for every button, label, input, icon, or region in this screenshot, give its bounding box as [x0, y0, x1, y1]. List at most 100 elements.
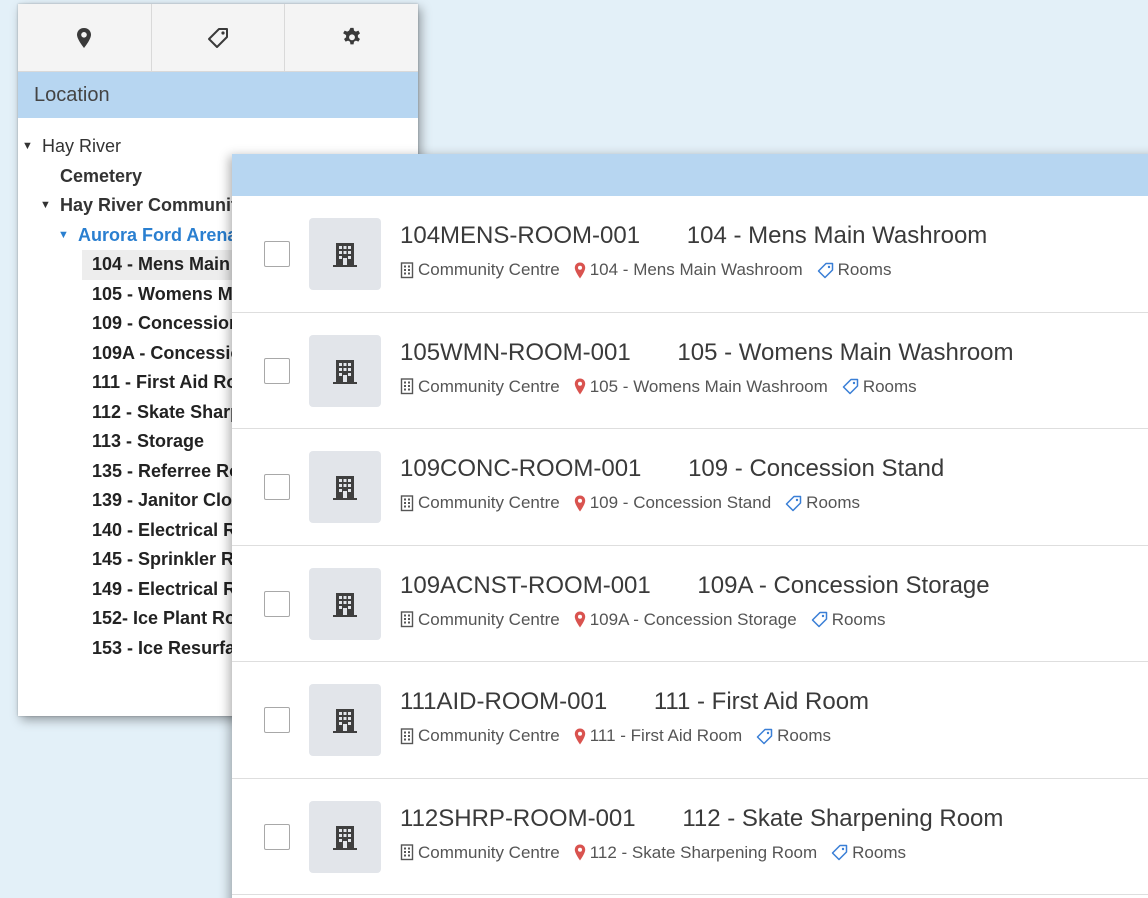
- row-title[interactable]: 112SHRP-ROOM-001 112 - Skate Sharpening …: [400, 805, 1003, 833]
- meta-category-text: Rooms: [831, 609, 886, 629]
- row-title[interactable]: 111AID-ROOM-001 111 - First Aid Room: [400, 688, 869, 716]
- row-checkbox[interactable]: [264, 474, 290, 500]
- meta-building[interactable]: Community Centre: [400, 843, 560, 863]
- map-pin-icon: [574, 844, 585, 861]
- asset-list: 104MENS-ROOM-001 104 - Mens Main Washroo…: [232, 196, 1148, 895]
- meta-location-text: 104 - Mens Main Washroom: [589, 260, 803, 279]
- map-pin-icon: [574, 495, 585, 511]
- building-icon: [333, 359, 357, 384]
- row-checkbox[interactable]: [264, 823, 290, 850]
- meta-category-text: Rooms: [852, 842, 907, 862]
- building-icon: [333, 825, 357, 850]
- row-meta: Community Centre 109A - Concession Stora…: [400, 610, 900, 630]
- building-outline-icon: [400, 844, 414, 861]
- map-pin-icon: [574, 378, 585, 395]
- meta-category[interactable]: Rooms: [842, 377, 917, 397]
- tag-icon: [208, 27, 228, 48]
- meta-category-text: Rooms: [806, 493, 861, 512]
- gear-icon: [342, 27, 360, 44]
- row-meta: Community Centre 109 - Concession Stand …: [400, 493, 874, 513]
- row-meta: Community Centre 104 - Mens Main Washroo…: [400, 260, 905, 280]
- building-icon: [333, 476, 357, 500]
- row-checkbox[interactable]: [264, 241, 290, 267]
- asset-name: 105 - Womens Main Washroom: [677, 338, 1014, 366]
- building-outline-icon: [400, 378, 414, 395]
- meta-building[interactable]: Community Centre: [400, 493, 560, 513]
- meta-location-text: 112 - Skate Sharpening Room: [589, 842, 818, 862]
- caret-down-icon[interactable]: ▼: [58, 221, 72, 251]
- tab-category[interactable]: [151, 4, 286, 71]
- meta-building[interactable]: Community Centre: [400, 610, 560, 630]
- meta-location-text: 109A - Concession Storage: [589, 609, 797, 629]
- panel-title: Location: [18, 72, 418, 118]
- asset-list-panel: 104MENS-ROOM-001 104 - Mens Main Washroo…: [232, 154, 1148, 898]
- meta-category[interactable]: Rooms: [811, 610, 886, 630]
- caret-down-icon[interactable]: ▼: [22, 132, 36, 162]
- row-meta: Community Centre 105 - Womens Main Washr…: [400, 377, 931, 397]
- meta-location[interactable]: 112 - Skate Sharpening Room: [574, 843, 817, 863]
- meta-location-text: 111 - First Aid Room: [589, 726, 743, 745]
- asset-thumbnail: [309, 334, 381, 407]
- meta-location[interactable]: 109 - Concession Stand: [574, 493, 771, 513]
- meta-location[interactable]: 111 - First Aid Room: [574, 726, 742, 746]
- row-title[interactable]: 109ACNST-ROOM-001 109A - Concession Stor…: [400, 572, 990, 600]
- list-item[interactable]: 111AID-ROOM-001 111 - First Aid Room Com…: [232, 662, 1148, 779]
- meta-building-text: Community Centre: [418, 260, 560, 279]
- meta-location[interactable]: 105 - Womens Main Washroom: [574, 377, 828, 397]
- caret-down-icon[interactable]: ▼: [40, 191, 54, 221]
- tag-icon: [756, 728, 773, 744]
- asset-name: 112 - Skate Sharpening Room: [682, 804, 1004, 832]
- row-title[interactable]: 109CONC-ROOM-001 109 - Concession Stand: [400, 455, 944, 483]
- row-checkbox[interactable]: [264, 357, 290, 384]
- asset-name: 109A - Concession Storage: [697, 571, 990, 599]
- map-pin-icon: [574, 262, 585, 278]
- building-icon: [333, 709, 357, 733]
- list-item[interactable]: 112SHRP-ROOM-001 112 - Skate Sharpening …: [232, 779, 1148, 895]
- asset-thumbnail: [309, 567, 381, 640]
- meta-building[interactable]: Community Centre: [400, 377, 560, 397]
- meta-location[interactable]: 109A - Concession Storage: [574, 610, 797, 630]
- map-pin-icon: [574, 728, 585, 744]
- meta-category[interactable]: Rooms: [785, 493, 860, 513]
- meta-building[interactable]: Community Centre: [400, 260, 560, 280]
- asset-name: 109 - Concession Stand: [688, 455, 945, 482]
- meta-building-text: Community Centre: [418, 609, 560, 629]
- meta-category[interactable]: Rooms: [756, 726, 831, 746]
- meta-category[interactable]: Rooms: [817, 260, 891, 280]
- tag-icon: [831, 844, 848, 861]
- building-outline-icon: [400, 261, 414, 278]
- meta-location[interactable]: 104 - Mens Main Washroom: [574, 260, 803, 280]
- asset-code: 109CONC-ROOM-001: [400, 455, 642, 482]
- row-title[interactable]: 104MENS-ROOM-001 104 - Mens Main Washroo…: [400, 222, 987, 250]
- list-item[interactable]: 104MENS-ROOM-001 104 - Mens Main Washroo…: [232, 196, 1148, 313]
- row-checkbox[interactable]: [264, 590, 290, 617]
- asset-code: 109ACNST-ROOM-001: [400, 571, 651, 599]
- asset-thumbnail: [309, 800, 381, 873]
- row-title[interactable]: 105WMN-ROOM-001 105 - Womens Main Washro…: [400, 339, 1014, 367]
- list-item[interactable]: 109ACNST-ROOM-001 109A - Concession Stor…: [232, 546, 1148, 662]
- meta-building-text: Community Centre: [418, 726, 560, 745]
- row-checkbox[interactable]: [264, 707, 290, 733]
- tag-icon: [817, 262, 833, 278]
- tab-settings[interactable]: [285, 4, 418, 71]
- building-outline-icon: [400, 727, 414, 744]
- tab-location[interactable]: [18, 4, 152, 71]
- meta-building-text: Community Centre: [418, 493, 560, 512]
- asset-code: 105WMN-ROOM-001: [400, 338, 631, 366]
- panel-tabs: [18, 4, 418, 72]
- asset-name: 111 - First Aid Room: [653, 688, 870, 715]
- building-icon: [333, 243, 357, 267]
- asset-code: 111AID-ROOM-001: [400, 688, 608, 715]
- list-item[interactable]: 109CONC-ROOM-001 109 - Concession Stand …: [232, 429, 1148, 546]
- tag-icon: [811, 611, 827, 628]
- meta-building[interactable]: Community Centre: [400, 726, 560, 746]
- tree-node-label: Aurora Ford Arena: [78, 224, 238, 245]
- meta-category[interactable]: Rooms: [831, 843, 906, 863]
- tag-icon: [785, 495, 802, 511]
- meta-category-text: Rooms: [862, 376, 917, 396]
- asset-thumbnail: [309, 218, 381, 290]
- list-item[interactable]: 105WMN-ROOM-001 105 - Womens Main Washro…: [232, 313, 1148, 429]
- list-header: [232, 154, 1148, 196]
- building-outline-icon: [400, 494, 414, 511]
- meta-building-text: Community Centre: [418, 842, 560, 862]
